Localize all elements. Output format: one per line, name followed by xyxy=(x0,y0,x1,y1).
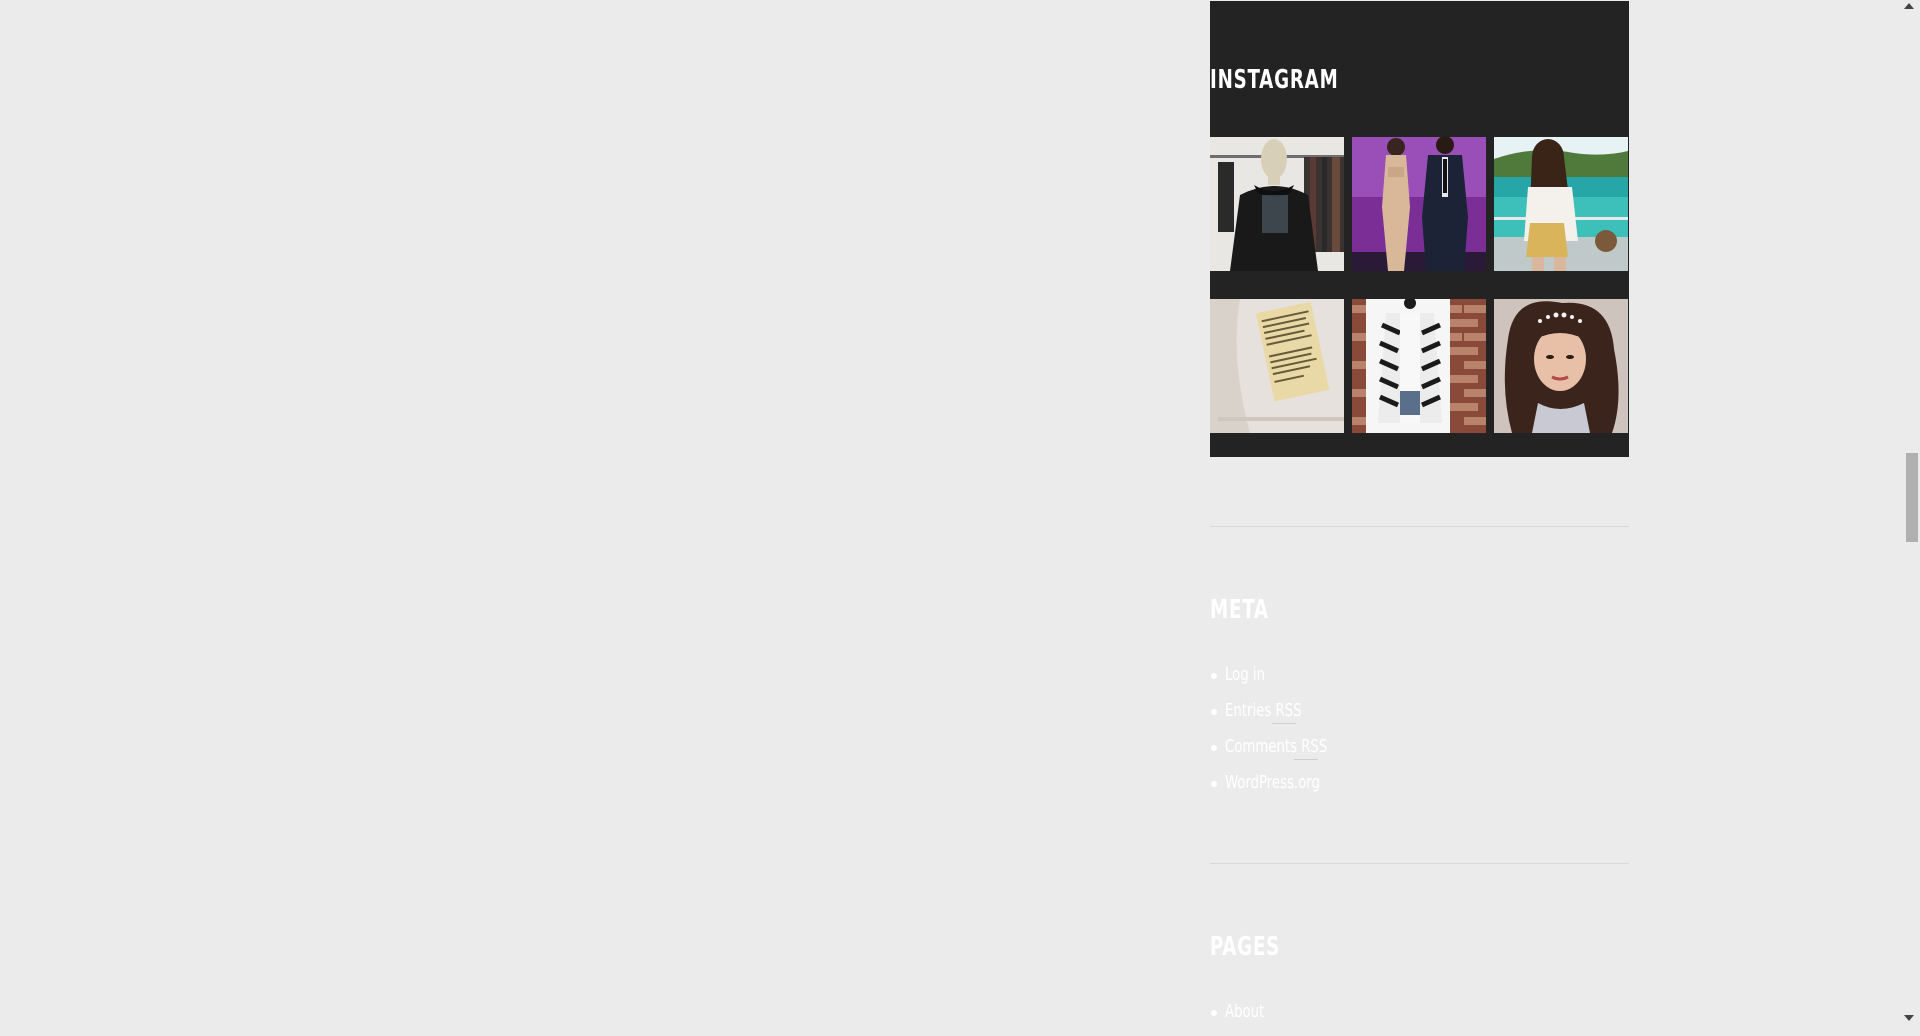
meta-widget-title: META xyxy=(1210,595,1269,625)
stage-couple-photo xyxy=(1352,137,1486,271)
instagram-photo-label[interactable] xyxy=(1210,299,1344,433)
beach-balcony-photo xyxy=(1494,137,1628,271)
instagram-widget-title: INSTAGRAM xyxy=(1210,65,1339,95)
about-link[interactable]: About xyxy=(1225,1001,1264,1022)
widget-separator xyxy=(1210,863,1629,864)
widget-separator xyxy=(1210,526,1629,527)
bullet-icon xyxy=(1211,745,1217,751)
scrollbar-thumb[interactable] xyxy=(1906,453,1918,542)
vertical-scrollbar[interactable] xyxy=(1900,0,1920,1024)
login-link[interactable]: Log in xyxy=(1225,664,1265,685)
link-underline xyxy=(1272,723,1296,724)
bullet-icon xyxy=(1211,781,1217,787)
bullet-icon xyxy=(1211,709,1217,715)
scroll-down-arrow-icon[interactable] xyxy=(1904,1015,1914,1021)
mannequin-black-blouse-photo xyxy=(1210,137,1344,271)
link-underline xyxy=(1294,759,1318,760)
instagram-photo-stage[interactable] xyxy=(1352,137,1486,271)
instagram-photo-portrait[interactable] xyxy=(1494,299,1628,433)
page: INSTAGRAM META Log in Entries RSS Commen… xyxy=(0,0,1900,1024)
garment-label-photo xyxy=(1210,299,1344,433)
pages-widget-title: PAGES xyxy=(1210,932,1281,962)
bullet-icon xyxy=(1211,673,1217,679)
instagram-photo-mannequin[interactable] xyxy=(1210,137,1344,271)
entries-rss-link[interactable]: Entries RSS xyxy=(1225,700,1302,721)
instagram-widget: INSTAGRAM xyxy=(1210,1,1629,457)
instagram-photo-beach[interactable] xyxy=(1494,137,1628,271)
comments-rss-link[interactable]: Comments RSS xyxy=(1225,736,1327,757)
wordpress-org-link[interactable]: WordPress.org xyxy=(1225,772,1320,793)
scroll-up-arrow-icon[interactable] xyxy=(1904,3,1914,9)
zebra-cardigan-photo xyxy=(1352,299,1486,433)
bullet-icon xyxy=(1211,1010,1217,1016)
instagram-photo-cardigan[interactable] xyxy=(1352,299,1486,433)
tiara-portrait-photo xyxy=(1494,299,1628,433)
